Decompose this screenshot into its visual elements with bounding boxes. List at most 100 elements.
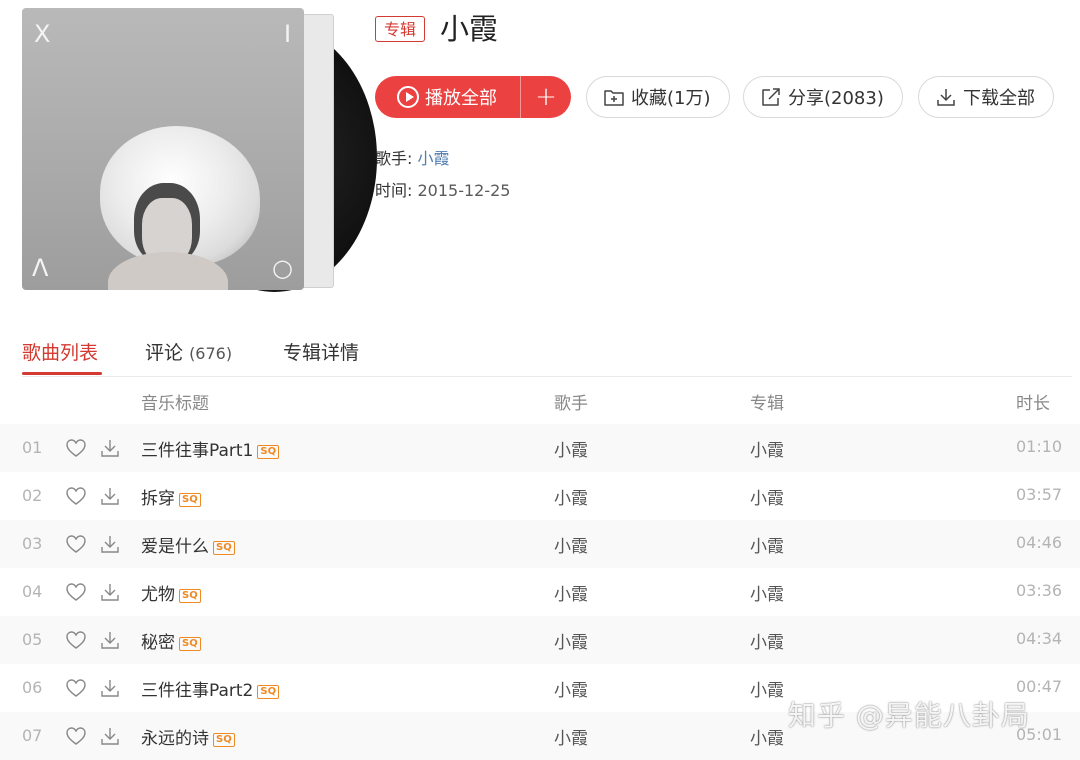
track-title: 秘密 SQ (141, 628, 201, 653)
header-artist[interactable]: 歌手 (554, 389, 588, 414)
heart-icon[interactable] (65, 629, 87, 651)
heart-icon[interactable] (65, 677, 87, 699)
track-title-text[interactable]: 尤物 (141, 585, 175, 605)
track-duration: 03:36 (1016, 581, 1063, 600)
track-title-text[interactable]: 爱是什么 (141, 537, 209, 557)
sq-quality-badge: SQ (179, 589, 201, 603)
cover-mark-bottom-right: ○ (272, 254, 293, 282)
track-album[interactable]: 小霞 (750, 580, 784, 605)
track-number: 03 (22, 534, 43, 553)
artist-label: 歌手: (375, 149, 413, 168)
share-icon (762, 88, 780, 106)
heart-icon[interactable] (65, 485, 87, 507)
tab-song-list-label: 歌曲列表 (22, 342, 99, 364)
track-number: 07 (22, 726, 43, 745)
sq-quality-badge: SQ (179, 493, 201, 507)
collect-button[interactable]: 收藏(1万) (586, 76, 730, 118)
sq-quality-badge: SQ (179, 637, 201, 651)
track-artist[interactable]: 小霞 (554, 628, 588, 653)
track-title: 三件往事Part2 SQ (141, 676, 280, 701)
track-album[interactable]: 小霞 (750, 484, 784, 509)
track-artist[interactable]: 小霞 (554, 676, 588, 701)
time-label: 时间: (375, 181, 413, 200)
sq-quality-badge: SQ (213, 541, 235, 555)
folder-plus-icon (604, 90, 624, 106)
track-number: 02 (22, 486, 43, 505)
track-album[interactable]: 小霞 (750, 628, 784, 653)
track-duration: 04:34 (1016, 629, 1063, 648)
album-title: 小霞 (440, 12, 499, 46)
share-label: 分享(2083) (788, 88, 884, 109)
track-number: 06 (22, 678, 43, 697)
download-icon[interactable] (99, 677, 121, 699)
track-artist[interactable]: 小霞 (554, 532, 588, 557)
album-cover-image[interactable]: X I Λ ○ (22, 8, 304, 290)
track-row[interactable]: 04 尤物 SQ 小霞 小霞 03:36 (0, 568, 1080, 616)
add-to-playlist-button[interactable]: + (521, 76, 571, 118)
cover-mark-top-right: I (284, 20, 292, 48)
tab-album-details[interactable]: 专辑详情 (283, 340, 359, 366)
track-row[interactable]: 03 爱是什么 SQ 小霞 小霞 04:46 (0, 520, 1080, 568)
track-row[interactable]: 01 三件往事Part1 SQ 小霞 小霞 01:10 (0, 424, 1080, 472)
track-album[interactable]: 小霞 (750, 724, 784, 749)
track-title-text[interactable]: 永远的诗 (141, 729, 209, 749)
track-number: 01 (22, 438, 43, 457)
header-title[interactable]: 音乐标题 (141, 389, 209, 414)
watermark-text: 知乎 @异能八卦局 (788, 699, 1030, 732)
track-duration: 01:10 (1016, 437, 1063, 456)
track-number: 05 (22, 630, 43, 649)
download-icon[interactable] (99, 533, 121, 555)
download-icon[interactable] (99, 485, 121, 507)
artist-link[interactable]: 小霞 (418, 149, 450, 168)
download-all-button[interactable]: 下载全部 (918, 76, 1054, 118)
heart-icon[interactable] (65, 533, 87, 555)
track-duration: 04:46 (1016, 533, 1063, 552)
sq-quality-badge: SQ (213, 733, 235, 747)
track-row[interactable]: 05 秘密 SQ 小霞 小霞 04:34 (0, 616, 1080, 664)
heart-icon[interactable] (65, 725, 87, 747)
track-title: 爱是什么 SQ (141, 532, 235, 557)
active-tab-indicator (22, 372, 102, 375)
album-tabs: 歌曲列表 评论 (676) 专辑详情 (22, 340, 1072, 377)
header-album[interactable]: 专辑 (750, 389, 784, 414)
release-time-meta: 时间: 2015-12-25 (375, 177, 510, 201)
tab-song-list[interactable]: 歌曲列表 (22, 340, 98, 366)
cover-mark-top-left: X (34, 20, 51, 48)
track-number: 04 (22, 582, 43, 601)
track-title-text[interactable]: 三件往事Part2 (141, 681, 253, 701)
track-row[interactable]: 02 拆穿 SQ 小霞 小霞 03:57 (0, 472, 1080, 520)
collect-label: 收藏(1万) (631, 88, 711, 109)
track-artist[interactable]: 小霞 (554, 724, 588, 749)
track-album[interactable]: 小霞 (750, 532, 784, 557)
download-icon[interactable] (99, 629, 121, 651)
track-artist[interactable]: 小霞 (554, 484, 588, 509)
download-icon (937, 89, 955, 106)
tab-comments[interactable]: 评论 (676) (145, 340, 232, 367)
track-title-text[interactable]: 拆穿 (141, 489, 175, 509)
track-duration: 03:57 (1016, 485, 1063, 504)
track-artist[interactable]: 小霞 (554, 580, 588, 605)
play-all-button[interactable]: 播放全部 (375, 76, 521, 118)
track-title-text[interactable]: 秘密 (141, 633, 175, 653)
track-title: 拆穿 SQ (141, 484, 201, 509)
sq-quality-badge: SQ (257, 445, 280, 459)
play-icon (397, 86, 419, 108)
heart-icon[interactable] (65, 581, 87, 603)
header-duration[interactable]: 时长 (1016, 389, 1050, 414)
download-icon[interactable] (99, 437, 121, 459)
download-icon[interactable] (99, 725, 121, 747)
heart-icon[interactable] (65, 437, 87, 459)
artist-meta: 歌手: 小霞 (375, 145, 450, 169)
tab-album-details-label: 专辑详情 (283, 342, 360, 364)
tab-comments-count: (676) (189, 344, 233, 363)
download-icon[interactable] (99, 581, 121, 603)
download-all-label: 下载全部 (963, 88, 1035, 109)
track-title: 尤物 SQ (141, 580, 201, 605)
track-album[interactable]: 小霞 (750, 436, 784, 461)
share-button[interactable]: 分享(2083) (743, 76, 903, 118)
track-album[interactable]: 小霞 (750, 676, 784, 701)
track-title-text[interactable]: 三件往事Part1 (141, 441, 253, 461)
track-table-header: 音乐标题 歌手 专辑 时长 (0, 376, 1080, 424)
track-artist[interactable]: 小霞 (554, 436, 588, 461)
play-all-button-group: 播放全部 + (375, 76, 571, 118)
